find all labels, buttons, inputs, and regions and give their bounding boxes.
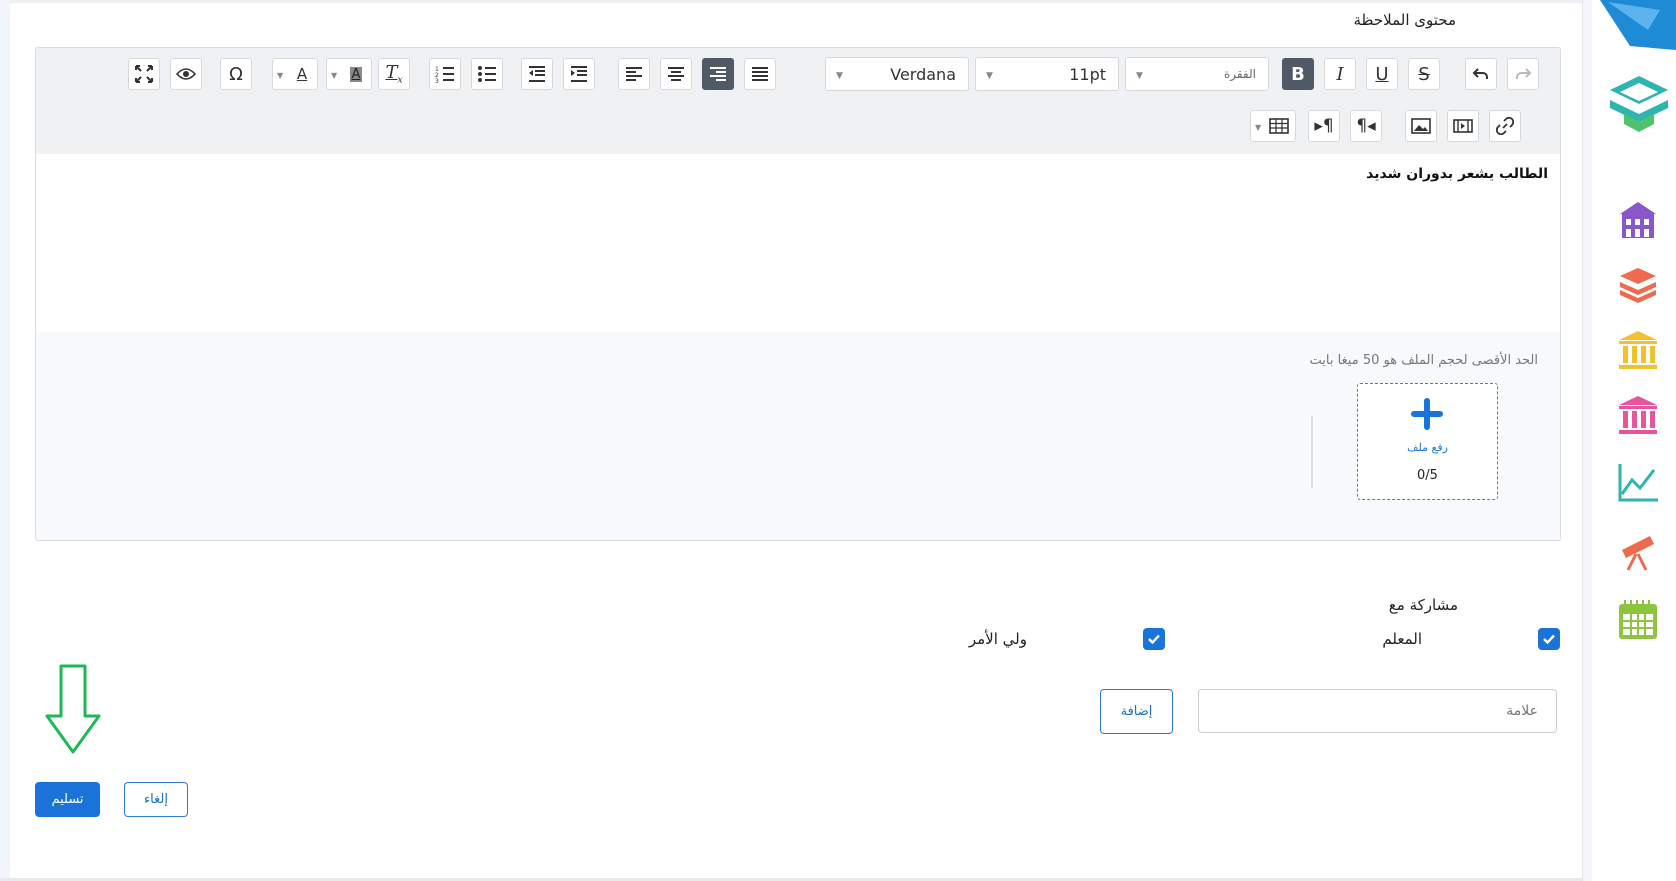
institution-icon[interactable] <box>1616 328 1660 372</box>
undo-button[interactable] <box>1465 58 1497 90</box>
clear-format-icon: Tx <box>385 62 403 86</box>
file-upload-dropzone[interactable]: رفع ملف 0/5 <box>1357 383 1498 500</box>
rich-text-editor: B I U S ▼ الفقرة ▼ 11pt ▼ Verdana 1 2 3 … <box>35 47 1561 541</box>
font-family-value: Verdana <box>890 64 956 84</box>
school-icon[interactable] <box>1616 198 1660 242</box>
divider <box>1311 416 1313 488</box>
redo-icon <box>1516 68 1532 79</box>
insert-link-button[interactable] <box>1489 110 1521 142</box>
font-family-select[interactable]: ▼ Verdana <box>825 57 969 91</box>
outdent-button[interactable] <box>521 58 553 90</box>
insert-table-button[interactable]: ▼ <box>1250 110 1296 142</box>
note-body-text: الطالب يشعر بدوران شديد <box>1366 166 1548 182</box>
chevron-down-icon: ▼ <box>836 71 843 81</box>
fullscreen-icon <box>135 65 153 83</box>
chevron-down-icon: ▼ <box>331 71 338 80</box>
special-character-button[interactable]: Ω <box>220 58 252 90</box>
indent-icon <box>571 66 587 82</box>
bold-button[interactable]: B <box>1282 58 1314 90</box>
bullet-list-icon <box>478 66 496 82</box>
paragraph-rtl-icon: ¶◂ <box>1356 116 1376 136</box>
editor-content-area[interactable]: الطالب يشعر بدوران شديد <box>36 154 1560 332</box>
background-color-button[interactable]: ▼ A <box>326 58 372 90</box>
text-color-button[interactable]: ▼ A <box>272 58 318 90</box>
clear-formatting-button[interactable]: Tx <box>378 58 410 90</box>
video-icon <box>1453 119 1473 133</box>
calendar-icon[interactable] <box>1616 598 1660 642</box>
align-justify-button[interactable] <box>744 58 776 90</box>
align-left-button[interactable] <box>618 58 650 90</box>
undo-icon <box>1472 68 1488 79</box>
top-border <box>0 0 1582 3</box>
share-teacher-label: المعلم <box>1382 630 1422 648</box>
ordered-list-button[interactable]: 123 <box>429 58 461 90</box>
upload-file-count: 0/5 <box>1417 468 1438 483</box>
table-icon <box>1269 118 1289 134</box>
font-size-value: 11pt <box>1069 64 1106 84</box>
image-icon <box>1411 118 1431 134</box>
chevron-down-icon: ▼ <box>277 71 284 80</box>
logo-icon[interactable] <box>1600 0 1676 52</box>
note-content-label: محتوى الملاحظة <box>1353 11 1456 29</box>
svg-text:3: 3 <box>435 78 439 83</box>
plus-icon <box>1411 398 1443 430</box>
fullscreen-button[interactable] <box>128 58 160 90</box>
redo-button[interactable] <box>1507 58 1539 90</box>
chevron-down-icon: ▼ <box>1136 71 1143 81</box>
align-left-icon <box>626 67 642 81</box>
paragraph-format-select[interactable]: ▼ الفقرة <box>1125 57 1269 91</box>
strikethrough-button[interactable]: S <box>1408 58 1440 90</box>
left-strip <box>0 0 10 881</box>
omega-icon: Ω <box>229 63 243 85</box>
align-center-button[interactable] <box>660 58 692 90</box>
align-right-button[interactable] <box>702 58 734 90</box>
share-guardian-label: ولي الأمر <box>968 630 1027 648</box>
tag-input[interactable] <box>1198 689 1557 733</box>
bullet-list-button[interactable] <box>471 58 503 90</box>
telescope-icon[interactable] <box>1616 528 1660 572</box>
eye-icon <box>176 68 196 80</box>
books-icon[interactable] <box>1616 262 1660 306</box>
ordered-list-icon: 123 <box>435 66 454 83</box>
align-center-icon <box>668 67 684 81</box>
font-size-select[interactable]: ▼ 11pt <box>975 57 1119 91</box>
add-tag-button[interactable]: إضافة <box>1100 689 1173 734</box>
editor-toolbar: B I U S ▼ الفقرة ▼ 11pt ▼ Verdana 1 2 3 … <box>36 48 1560 155</box>
chevron-down-icon: ▼ <box>986 71 993 81</box>
rtl-direction-button[interactable]: ¶◂ <box>1350 110 1382 142</box>
chart-line-icon[interactable] <box>1616 460 1660 504</box>
museum-icon[interactable] <box>1616 393 1660 437</box>
down-arrow-annotation-icon <box>45 664 101 754</box>
paragraph-format-value: الفقرة <box>1223 67 1256 81</box>
paragraph-ltr-icon: ▸¶ <box>1314 116 1334 136</box>
upload-size-limit-note: الحد الأقصى لحجم الملف هو 50 ميغا بايت <box>1309 353 1538 368</box>
indent-button[interactable] <box>563 58 595 90</box>
checkmark-icon <box>1543 634 1555 645</box>
align-justify-icon <box>752 67 768 81</box>
insert-image-button[interactable] <box>1405 110 1437 142</box>
align-right-icon <box>710 67 726 81</box>
share-with-label: مشاركة مع <box>1388 596 1458 614</box>
underline-button[interactable]: U <box>1366 58 1398 90</box>
share-teacher-checkbox[interactable] <box>1538 628 1560 650</box>
preview-button[interactable] <box>170 58 202 90</box>
submit-button[interactable]: تسليم <box>35 782 100 817</box>
cancel-button[interactable]: إلغاء <box>124 782 188 817</box>
share-guardian-checkbox[interactable] <box>1143 628 1165 650</box>
insert-video-button[interactable] <box>1447 110 1479 142</box>
background-color-icon: A <box>349 66 363 82</box>
outdent-icon <box>529 66 545 82</box>
main-panel: محتوى الملاحظة B I U S ▼ الفقرة ▼ 11pt ▼… <box>0 0 1583 881</box>
chevron-down-icon: ▼ <box>1255 123 1262 132</box>
ltr-direction-button[interactable]: ▸¶ <box>1308 110 1340 142</box>
layers-logo-icon[interactable] <box>1604 70 1674 136</box>
link-icon <box>1496 117 1514 135</box>
italic-button[interactable]: I <box>1324 58 1356 90</box>
checkmark-icon <box>1148 634 1160 645</box>
text-color-icon: A <box>296 65 308 83</box>
upload-file-label: رفع ملف <box>1407 441 1448 454</box>
